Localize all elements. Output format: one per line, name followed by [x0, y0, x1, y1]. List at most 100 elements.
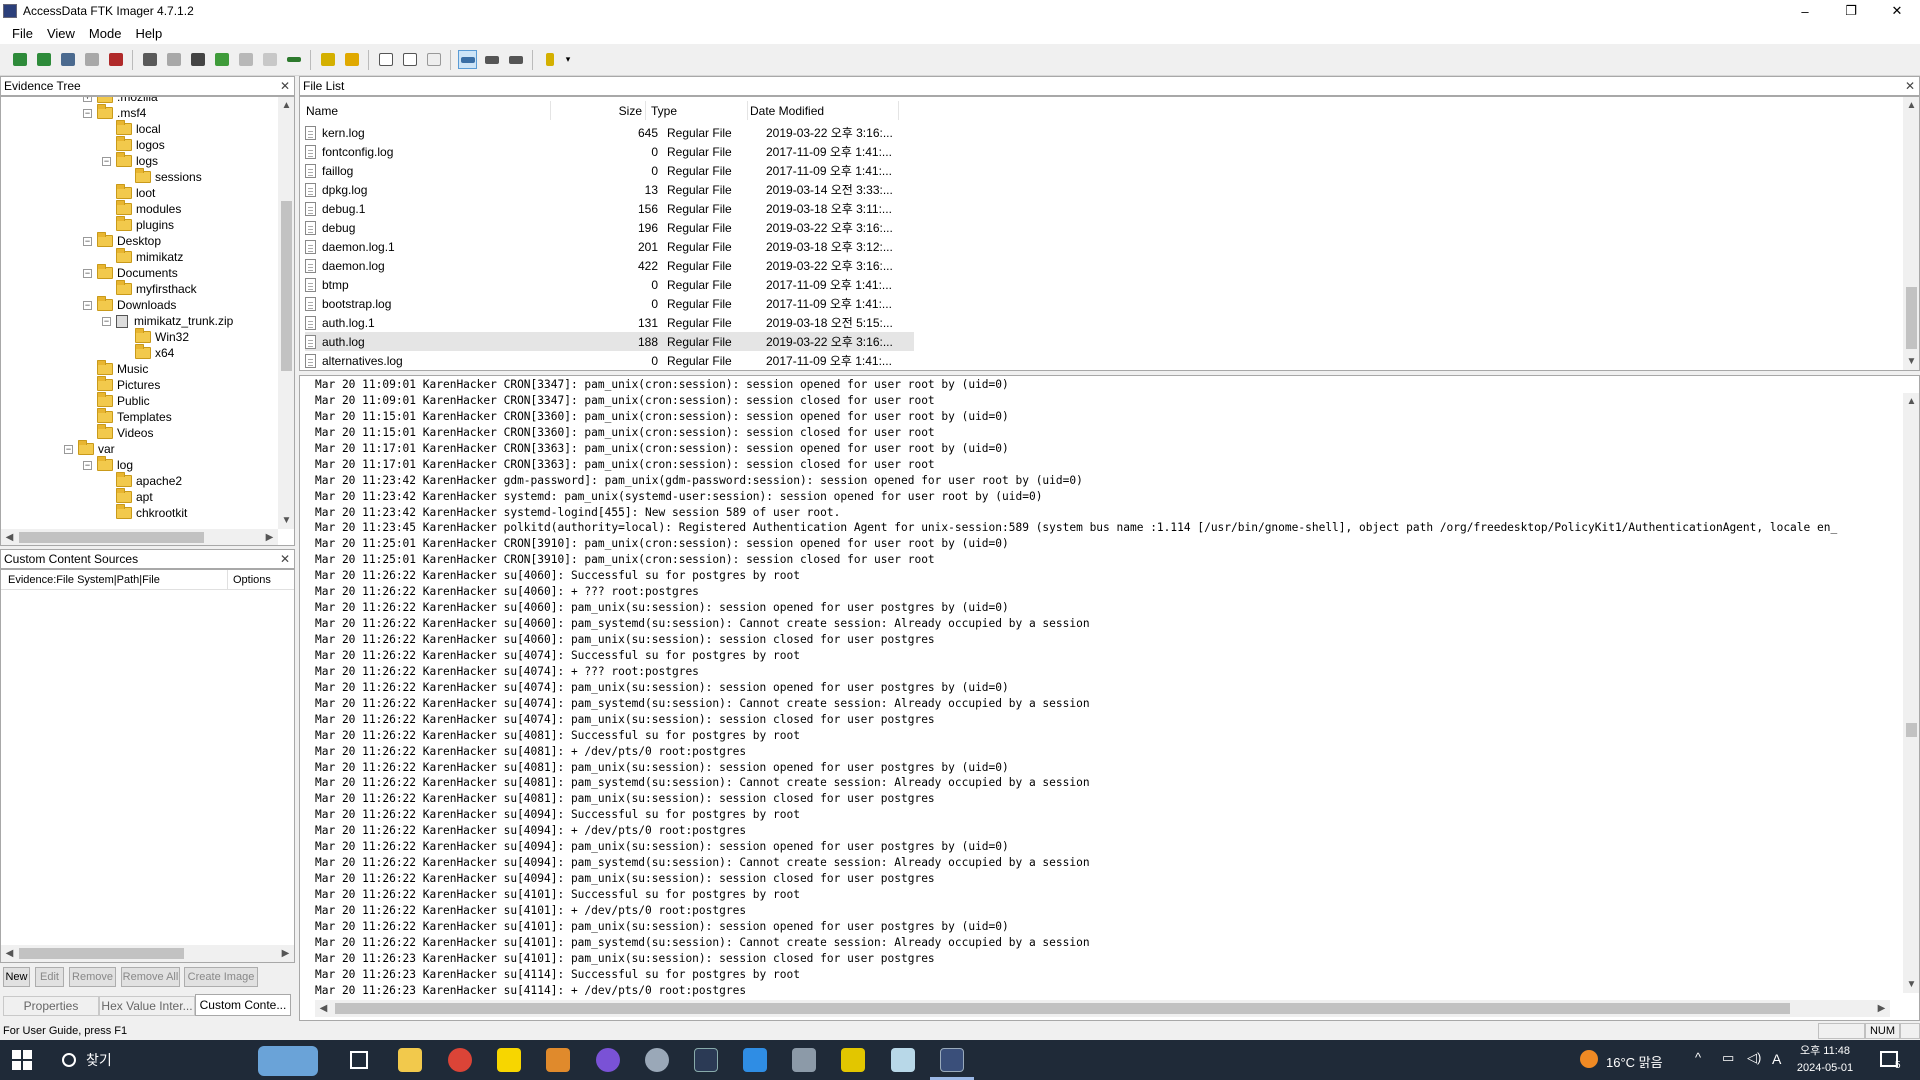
tree-node[interactable]: − mimikatz_trunk.zip [102, 313, 233, 329]
tab-custom-content[interactable]: Custom Conte... [195, 994, 291, 1016]
menu-mode[interactable]: Mode [82, 26, 129, 41]
tree-node[interactable]: − logs [102, 152, 158, 169]
tree-node[interactable]: apt [102, 488, 153, 505]
tree-node[interactable]: Pictures [83, 376, 160, 393]
app-icon[interactable] [596, 1048, 620, 1072]
tree-node[interactable]: − Desktop [83, 232, 161, 249]
tree-node[interactable]: loot [102, 184, 155, 201]
vscode-icon[interactable] [743, 1048, 767, 1072]
terminal-icon[interactable] [694, 1048, 718, 1072]
export-files-icon[interactable] [376, 50, 395, 69]
menu-help[interactable]: Help [128, 26, 169, 41]
export-disk-image-icon[interactable] [164, 50, 183, 69]
tree-node[interactable]: chkrootkit [102, 504, 187, 521]
weather-text[interactable]: 16°C 맑음 [1606, 1052, 1663, 1071]
tree-node[interactable]: mimikatz [102, 248, 183, 265]
file-row[interactable]: fontconfig.log 0 Regular File 2017-11-09 오후… [305, 142, 914, 161]
tree-horizontal-scrollbar[interactable]: ◀ ▶ [1, 529, 278, 545]
tab-hex-value-interpreter[interactable]: Hex Value Inter... [99, 996, 195, 1016]
file-row[interactable]: debug.1 156 Regular File 2019-03-18 오후 3:11… [305, 199, 914, 218]
volume-icon[interactable]: ◁) [1747, 1050, 1761, 1066]
log-horizontal-scrollbar[interactable]: ◀ ▶ [315, 1000, 1890, 1017]
collapse-icon[interactable]: − [83, 268, 92, 278]
tree-node[interactable]: Templates [83, 408, 172, 425]
file-row[interactable]: btmp 0 Regular File 2017-11-09 오후 1:41:... [305, 275, 914, 294]
tree-node[interactable]: myfirsthack [102, 280, 197, 297]
close-button[interactable]: ✕ [1874, 0, 1920, 22]
help-icon[interactable] [540, 50, 559, 69]
file-row[interactable]: auth.log.1 131 Regular File 2019-03-18 오전 5… [305, 313, 914, 332]
column-name[interactable]: Name [306, 104, 551, 118]
windows-start-icon[interactable] [12, 1050, 32, 1070]
tree-node[interactable]: sessions [121, 168, 202, 185]
close-icon[interactable]: ✕ [280, 552, 290, 566]
new-button[interactable]: New [3, 967, 30, 987]
ftk-imager-taskbar-icon[interactable] [940, 1048, 964, 1072]
verify-drive-icon[interactable] [284, 50, 303, 69]
file-row[interactable]: daemon.log 422 Regular File 2019-03-22 오후 3… [305, 256, 914, 275]
tree-node[interactable]: + .mozilla [83, 97, 158, 105]
tree-node[interactable]: Music [83, 360, 148, 377]
auto-view-icon[interactable] [458, 50, 477, 69]
edit-button[interactable]: Edit [35, 967, 64, 987]
column-options[interactable]: Options [233, 574, 271, 586]
decrypt-icon[interactable] [260, 50, 279, 69]
close-icon[interactable]: ✕ [280, 79, 290, 93]
image-mounting-icon[interactable] [58, 50, 77, 69]
file-row[interactable]: daemon.log.1 201 Regular File 2019-03-18 오후… [305, 237, 914, 256]
column-date-modified[interactable]: Date Modified [748, 104, 898, 118]
taskbar-search-box[interactable]: 찾기 [48, 1040, 258, 1080]
capture-memory-icon[interactable] [318, 50, 337, 69]
tree-vertical-scrollbar[interactable]: ▲ ▼ [278, 97, 294, 529]
tree-node[interactable]: logos [102, 136, 165, 153]
add-all-evidence-icon[interactable] [34, 50, 53, 69]
minimize-button[interactable]: – [1782, 0, 1828, 22]
collapse-icon[interactable]: − [102, 316, 111, 326]
log-vertical-scrollbar[interactable]: ▲ ▼ [1903, 393, 1919, 993]
hex-view-icon[interactable] [506, 50, 525, 69]
collapse-icon[interactable]: − [83, 300, 92, 310]
app-icon[interactable] [841, 1048, 865, 1072]
chrome-icon[interactable] [448, 1048, 472, 1072]
file-row[interactable]: dpkg.log 13 Regular File 2019-03-14 오전 3:33… [305, 180, 914, 199]
tree-node[interactable]: Win32 [121, 328, 189, 345]
tree-node[interactable]: x64 [121, 344, 174, 361]
create-disk-image-icon[interactable] [140, 50, 159, 69]
obtain-protected-files-icon[interactable] [342, 50, 361, 69]
remove-button[interactable]: Remove [69, 967, 116, 987]
column-evidence[interactable]: Evidence:File System|Path|File [8, 574, 160, 586]
custom-content-horizontal-scrollbar[interactable]: ◀ ▶ [1, 945, 294, 962]
app-icon[interactable] [645, 1048, 669, 1072]
add-evidence-icon[interactable] [10, 50, 29, 69]
collapse-icon[interactable]: − [64, 444, 73, 454]
file-row[interactable]: alternatives.log 0 Regular File 2017-11-09 … [305, 351, 914, 370]
export-logical-image-icon[interactable] [188, 50, 207, 69]
tree-node[interactable]: local [102, 120, 161, 137]
collapse-icon[interactable]: − [83, 460, 92, 470]
tree-node[interactable]: − Documents [83, 264, 178, 281]
remove-evidence-icon[interactable] [82, 50, 101, 69]
create-image-button[interactable]: Create Image [184, 967, 258, 987]
log-text-viewer[interactable]: Mar 20 11:09:01 KarenHacker CRON[3347]: … [305, 377, 1900, 997]
tab-properties[interactable]: Properties [3, 996, 99, 1016]
export-hash-list-icon[interactable] [400, 50, 419, 69]
column-size[interactable]: Size [551, 104, 646, 118]
show-hidden-icons-icon[interactable]: ^ [1695, 1050, 1701, 1065]
file-row[interactable]: bootstrap.log 0 Regular File 2017-11-09 오후 … [305, 294, 914, 313]
text-view-icon[interactable] [482, 50, 501, 69]
collapse-icon[interactable]: − [83, 236, 92, 246]
file-row[interactable]: debug 196 Regular File 2019-03-22 오후 3:16:.… [305, 218, 914, 237]
remove-all-button[interactable]: Remove All [121, 967, 180, 987]
app-icon[interactable] [546, 1048, 570, 1072]
create-custom-image-icon[interactable] [236, 50, 255, 69]
menu-file[interactable]: File [5, 26, 40, 41]
menu-view[interactable]: View [40, 26, 82, 41]
collapse-icon[interactable]: − [102, 156, 111, 166]
add-custom-content-icon[interactable] [212, 50, 231, 69]
tree-node[interactable]: − .msf4 [83, 104, 146, 121]
app-icon[interactable] [891, 1048, 915, 1072]
file-explorer-icon[interactable] [398, 1048, 422, 1072]
tree-node[interactable]: − var [64, 440, 115, 457]
remove-all-evidence-icon[interactable] [106, 50, 125, 69]
tree-node[interactable]: apache2 [102, 472, 182, 489]
